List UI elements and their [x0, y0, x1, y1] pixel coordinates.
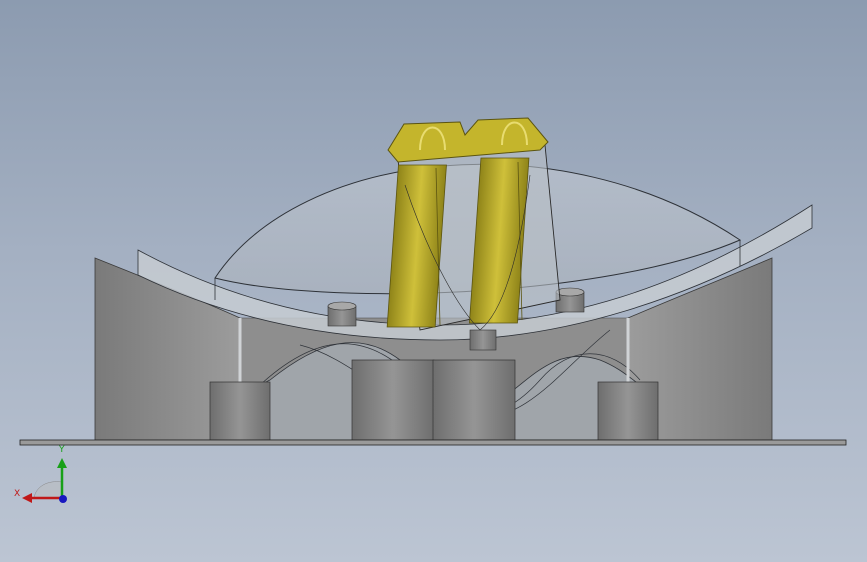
x-axis-label: X — [14, 489, 20, 499]
y-axis-label: Y — [58, 445, 65, 455]
model-scene[interactable] — [0, 0, 867, 562]
pin-cap — [555, 287, 585, 297]
graphics-viewport[interactable]: X Y — [0, 0, 867, 562]
x-axis-arrowhead — [22, 493, 32, 503]
support-post-right[interactable] — [597, 381, 659, 441]
support-post-center-left[interactable] — [351, 359, 435, 441]
connector-clip[interactable] — [386, 117, 561, 331]
support-post-center-right[interactable] — [432, 359, 516, 441]
support-post-left[interactable] — [209, 381, 271, 441]
y-axis-arrowhead — [57, 458, 67, 468]
reference-triad[interactable]: X Y — [10, 440, 80, 510]
pin-cylinder-center[interactable] — [469, 329, 497, 351]
pin-cap — [327, 301, 357, 311]
triad-plane — [33, 481, 63, 499]
base-plate[interactable] — [19, 439, 847, 446]
z-axis-dot — [59, 495, 67, 503]
